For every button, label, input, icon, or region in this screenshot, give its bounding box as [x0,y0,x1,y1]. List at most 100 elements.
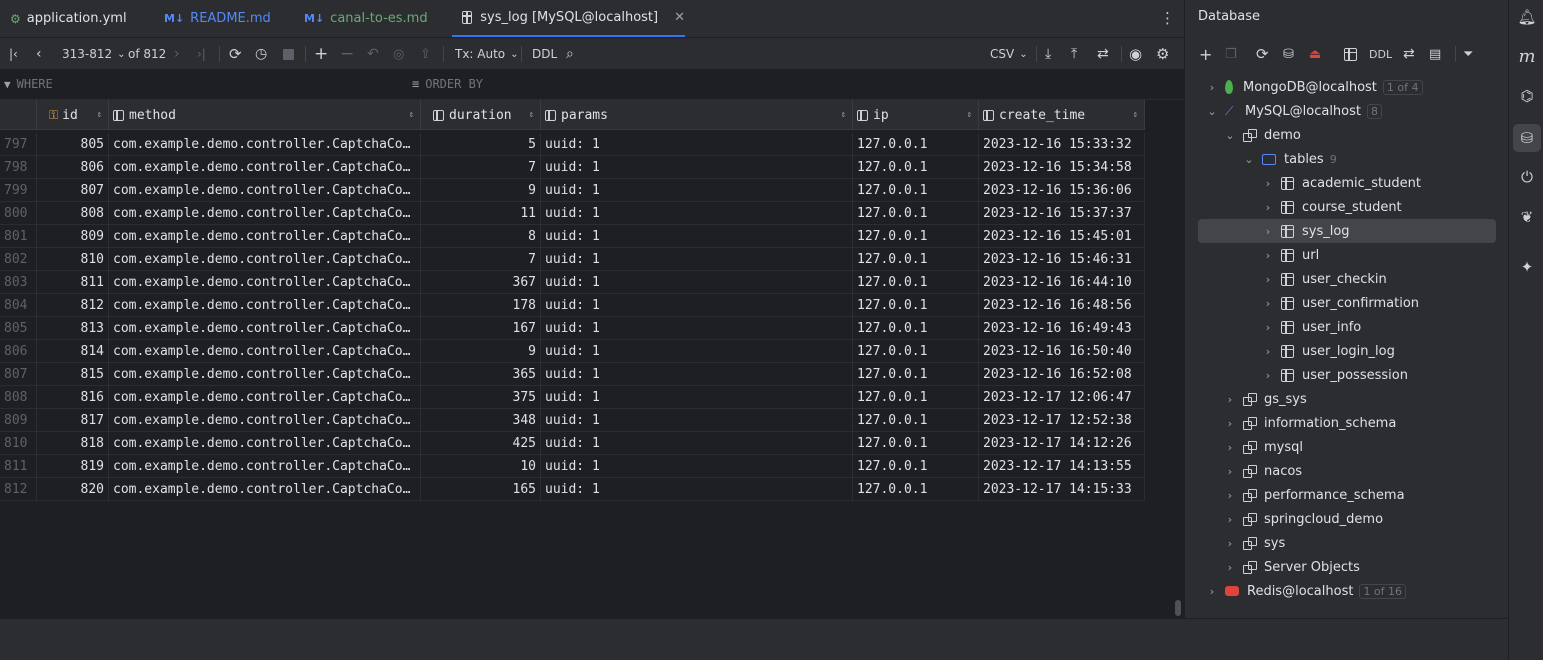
next-page-icon[interactable]: › [174,38,180,70]
add-datasource-icon[interactable]: + [1199,44,1212,64]
cell-ip[interactable]: 127.0.0.1 [853,363,979,386]
cell-create-time[interactable]: 2023-12-16 16:44:10 [979,271,1145,294]
where-filter-field[interactable]: ▼ WHERE [4,77,53,91]
cell-create-time[interactable]: 2023-12-16 16:49:43 [979,317,1145,340]
datasource-properties-icon[interactable]: ⛁ [1283,44,1294,64]
cell-create-time[interactable]: 2023-12-17 14:15:33 [979,478,1145,501]
tab-sys-log[interactable]: sys_log [MySQL@localhost] ✕ [452,0,685,37]
cell-method[interactable]: com.example.demo.controller.CaptchaCo… [109,478,421,501]
cell-create-time[interactable]: 2023-12-16 15:36:06 [979,179,1145,202]
tree-node-information-schema[interactable]: › information_schema [1223,411,1397,435]
column-header-duration[interactable]: duration ⇕ [421,100,541,130]
table-row[interactable]: 803 811 com.example.demo.controller.Captch… [0,271,1145,294]
export-format-dropdown[interactable]: CSV ⌄ [990,38,1028,70]
cell-duration[interactable]: 10 [421,455,541,478]
cell-ip[interactable]: 127.0.0.1 [853,133,979,156]
cell-params[interactable]: uuid: 1 [541,156,853,179]
tree-node-mysql-localhost[interactable]: ⌄ ⟋ MySQL@localhost 8 [1205,99,1382,123]
chevron-right-icon[interactable]: › [1223,537,1237,550]
refresh-icon[interactable]: ⟳ [229,38,242,70]
database-icon[interactable]: ⛁ [1513,124,1541,152]
tree-node-academic-student[interactable]: › academic_student [1261,171,1421,195]
chevron-right-icon[interactable]: › [1261,201,1275,214]
cell-method[interactable]: com.example.demo.controller.CaptchaCo… [109,340,421,363]
cell-create-time[interactable]: 2023-12-16 16:48:56 [979,294,1145,317]
history-icon[interactable]: ◷ [255,38,267,70]
chevron-down-icon[interactable]: ⌄ [1223,129,1237,142]
chevron-right-icon[interactable]: › [1223,489,1237,502]
tree-node-sys[interactable]: › sys [1223,531,1285,555]
sort-toggle-icon[interactable]: ⇕ [409,110,414,120]
cell-create-time[interactable]: 2023-12-16 15:37:37 [979,202,1145,225]
column-header-method[interactable]: method ⇕ [109,100,421,130]
cell-method[interactable]: com.example.demo.controller.CaptchaCo… [109,225,421,248]
order-by-field[interactable]: ≡ ORDER BY [412,77,483,91]
cell-create-time[interactable]: 2023-12-16 15:33:32 [979,133,1145,156]
cell-method[interactable]: com.example.demo.controller.CaptchaCo… [109,409,421,432]
cell-params[interactable]: uuid: 1 [541,294,853,317]
column-header-create-time[interactable]: create_time ⇕ [979,100,1145,130]
cell-method[interactable]: com.example.demo.controller.CaptchaCo… [109,248,421,271]
cell-create-time[interactable]: 2023-12-17 14:12:26 [979,432,1145,455]
cell-ip[interactable]: 127.0.0.1 [853,340,979,363]
tree-node-user-confirmation[interactable]: › user_confirmation [1261,291,1419,315]
chevron-right-icon[interactable]: › [1261,177,1275,190]
cell-id[interactable]: 808 [37,202,109,225]
maven-icon[interactable]: m [1517,46,1537,67]
chevron-right-icon[interactable]: › [1261,297,1275,310]
more-options-icon[interactable]: ⋮ [1160,9,1175,27]
tree-node-server-objects[interactable]: › Server Objects [1223,555,1360,579]
table-row[interactable]: 798 806 com.example.demo.controller.Captch… [0,156,1145,179]
cell-create-time[interactable]: 2023-12-17 12:52:38 [979,409,1145,432]
cell-params[interactable]: uuid: 1 [541,363,853,386]
table-row[interactable]: 808 816 com.example.demo.controller.Captch… [0,386,1145,409]
cell-params[interactable]: uuid: 1 [541,317,853,340]
chevron-right-icon[interactable]: › [1261,225,1275,238]
chevron-right-icon[interactable]: › [1261,273,1275,286]
cell-id[interactable]: 819 [37,455,109,478]
cell-method[interactable]: com.example.demo.controller.CaptchaCo… [109,294,421,317]
upload-icon[interactable]: ⤒ [1071,38,1077,70]
cell-params[interactable]: uuid: 1 [541,478,853,501]
cell-method[interactable]: com.example.demo.controller.CaptchaCo… [109,386,421,409]
chevron-right-icon[interactable]: › [1205,81,1219,94]
cell-duration[interactable]: 348 [421,409,541,432]
sort-toggle-icon[interactable]: ⇕ [1133,110,1138,120]
ddl-button[interactable]: DDL [532,38,557,70]
cell-create-time[interactable]: 2023-12-16 16:50:40 [979,340,1145,363]
spring-icon[interactable]: ❦ [1517,207,1537,227]
table-row[interactable]: 806 814 com.example.demo.controller.Captch… [0,340,1145,363]
tree-node-user-possession[interactable]: › user_possession [1261,363,1408,387]
cell-ip[interactable]: 127.0.0.1 [853,478,979,501]
cell-method[interactable]: com.example.demo.controller.CaptchaCo… [109,179,421,202]
submit-icon[interactable]: ⇧ [420,38,431,70]
scrollbar-thumb[interactable] [1175,600,1181,616]
tab-canal-to-es[interactable]: M↓ canal-to-es.md [304,0,428,37]
cell-method[interactable]: com.example.demo.controller.CaptchaCo… [109,455,421,478]
cell-ip[interactable]: 127.0.0.1 [853,156,979,179]
chevron-right-icon[interactable]: › [1261,369,1275,382]
page-range-dropdown[interactable]: 313-812 ⌄ [62,38,126,70]
cell-duration[interactable]: 375 [421,386,541,409]
undo-icon[interactable]: ↶ [367,38,379,70]
cell-create-time[interactable]: 2023-12-16 15:46:31 [979,248,1145,271]
tree-node-nacos[interactable]: › nacos [1223,459,1302,483]
tree-node-demo[interactable]: ⌄ demo [1223,123,1300,147]
cell-method[interactable]: com.example.demo.controller.CaptchaCo… [109,156,421,179]
cell-duration[interactable]: 365 [421,363,541,386]
cell-ip[interactable]: 127.0.0.1 [853,455,979,478]
tab-readme[interactable]: M↓ README.md [164,0,271,37]
cell-ip[interactable]: 127.0.0.1 [853,294,979,317]
cell-duration[interactable]: 165 [421,478,541,501]
cell-duration[interactable]: 9 [421,340,541,363]
ai-assistant-icon[interactable]: ✦ [1517,257,1537,277]
cell-duration[interactable]: 11 [421,202,541,225]
tree-node-performance-schema[interactable]: › performance_schema [1223,483,1405,507]
chevron-right-icon[interactable]: › [1223,441,1237,454]
tab-application-yml[interactable]: ⚙ application.yml [10,0,127,37]
table-row[interactable]: 807 815 com.example.demo.controller.Captch… [0,363,1145,386]
cell-id[interactable]: 813 [37,317,109,340]
table-row[interactable]: 812 820 com.example.demo.controller.Captch… [0,478,1145,501]
cell-params[interactable]: uuid: 1 [541,340,853,363]
structure-icon[interactable]: ⌬ [1517,86,1537,106]
